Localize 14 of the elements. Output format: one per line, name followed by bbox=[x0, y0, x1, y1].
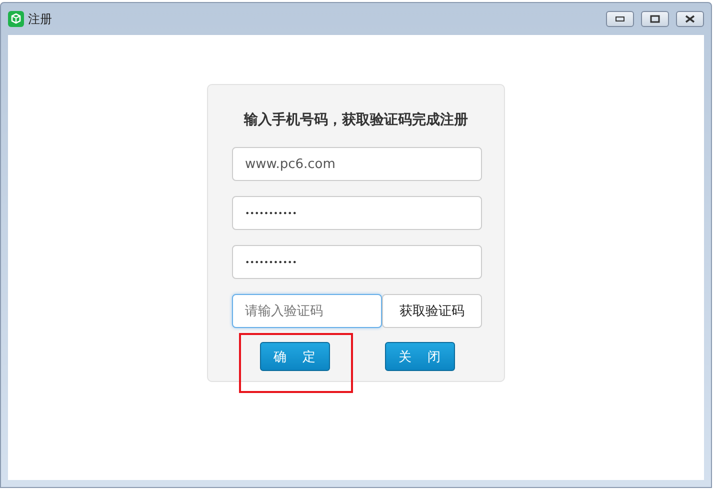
minimize-button[interactable] bbox=[606, 11, 634, 27]
code-field[interactable]: 请输入验证码 bbox=[232, 294, 382, 328]
phone-field[interactable]: www.pc6.com bbox=[232, 147, 482, 181]
get-code-button[interactable]: 获取验证码 bbox=[382, 294, 482, 328]
minimize-icon bbox=[615, 16, 625, 22]
window-title: 注册 bbox=[28, 10, 53, 28]
password-field[interactable]: ••••••••••• bbox=[232, 196, 482, 230]
maximize-button[interactable] bbox=[641, 11, 669, 27]
cube-icon bbox=[8, 11, 24, 27]
maximize-icon bbox=[650, 15, 660, 23]
form-heading: 输入手机号码，获取验证码完成注册 bbox=[242, 111, 469, 129]
close-button[interactable] bbox=[676, 11, 704, 27]
password-field[interactable]: ••••••••••• bbox=[232, 245, 482, 279]
close-icon bbox=[685, 15, 695, 23]
